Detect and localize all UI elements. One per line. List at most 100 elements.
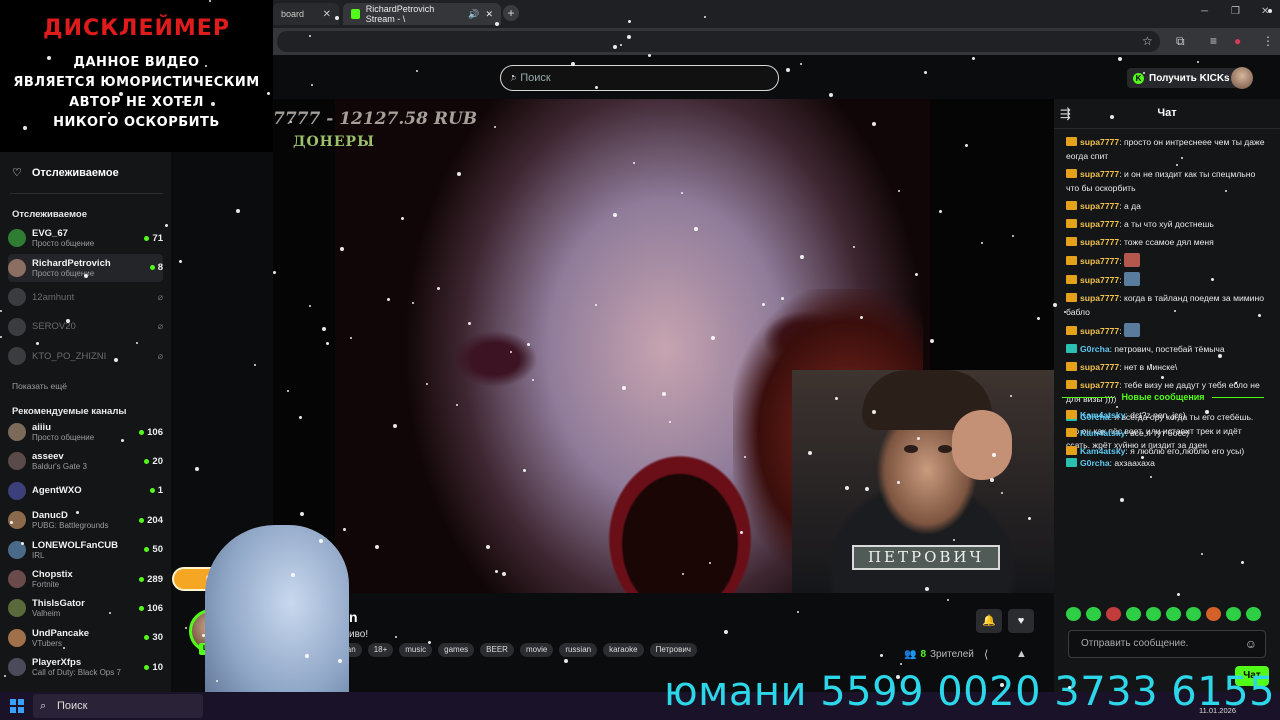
user-avatar[interactable] xyxy=(1231,67,1253,89)
get-kicks-button[interactable]: K Получить KICKs xyxy=(1127,68,1238,88)
sidebar-item-channel[interactable]: RichardPetrovich Просто общение 8 xyxy=(8,253,163,282)
close-icon[interactable]: ✕ xyxy=(485,9,493,20)
following-header[interactable]: ♡ Отслеживаемое xyxy=(12,166,119,180)
chat-username[interactable]: supa7777 xyxy=(1080,362,1119,372)
chat-message-input[interactable]: Отправить сообщение. ☺ xyxy=(1068,630,1266,658)
video-player[interactable]: 7777 - 12127.58 RUB ДОНЕРЫ ПЕТРОВИЧ xyxy=(273,99,1054,593)
media-control-icon[interactable]: ≡ xyxy=(1210,34,1217,48)
new-tab-button[interactable]: + xyxy=(503,5,519,21)
chat-username[interactable]: supa7777 xyxy=(1080,380,1119,390)
sidebar-item-recommended[interactable]: aiiiu Просто общение 106 xyxy=(8,418,163,446)
search-input[interactable]: ⌕ Поиск xyxy=(500,65,779,91)
sidebar-item-channel[interactable]: 12amhunt ⌀ xyxy=(8,283,163,311)
chat-header: ⇶ Чат xyxy=(1054,99,1280,129)
tab-label: RichardPetrovich Stream - \ xyxy=(365,4,435,24)
stream-tag[interactable]: Петрович xyxy=(649,643,697,657)
stream-tag[interactable]: movie xyxy=(519,643,554,657)
report-icon[interactable]: ▲ xyxy=(1016,648,1027,660)
sidebar-item-recommended[interactable]: ThisIsGator Valheim 106 xyxy=(8,594,163,622)
chat-username[interactable]: G0rcha xyxy=(1080,344,1110,354)
stream-tag[interactable]: music xyxy=(399,643,433,657)
channel-info: aiiiu Просто общение xyxy=(32,422,139,442)
sidebar-item-recommended[interactable]: PlayerXfps Call of Duty: Black Ops 7 10 xyxy=(8,653,163,681)
chat-username[interactable]: supa7777 xyxy=(1080,275,1119,285)
viewer-count: 1 xyxy=(157,485,163,497)
emote-icon[interactable] xyxy=(1126,607,1141,621)
new-messages-separator: Новые сообщения xyxy=(1060,390,1266,404)
chat-username[interactable]: supa7777 xyxy=(1080,169,1119,179)
taskbar-search[interactable]: ⌕ Поиск xyxy=(33,694,203,718)
chat-message: G0rcha: петрович, постебай тёмыча xyxy=(1054,340,1274,358)
stream-tag[interactable]: russian xyxy=(559,643,598,657)
emote-icon[interactable] xyxy=(1106,607,1121,621)
stream-tag[interactable]: karaoke xyxy=(603,643,644,657)
emote-icon[interactable] xyxy=(1086,607,1101,621)
channel-avatar xyxy=(8,628,26,647)
donation-overlay-text: юмани 5599 0020 3733 6155 xyxy=(664,669,1276,715)
chat-username[interactable]: supa7777 xyxy=(1080,293,1119,303)
sidebar-item-recommended[interactable]: LONEWOLFanCUB IRL 50 xyxy=(8,536,163,564)
chat-username[interactable]: Kam4atsky xyxy=(1080,410,1125,420)
extensions-icon[interactable]: ⧉ xyxy=(1176,34,1185,49)
sidebar-item-recommended[interactable]: UndPancake VTubers 30 xyxy=(8,624,163,652)
channel-name: 12amhunt xyxy=(32,291,75,303)
emote-bar xyxy=(1066,607,1261,621)
offline-icon: ⌀ xyxy=(157,291,163,302)
emote-icon[interactable] xyxy=(1246,607,1261,621)
chat-username[interactable]: Kam4atsky xyxy=(1080,446,1125,456)
emote-icon[interactable] xyxy=(1066,607,1081,621)
minimize-icon[interactable]: ─ xyxy=(1201,6,1208,17)
chat-username[interactable]: supa7777 xyxy=(1080,201,1119,211)
emote-icon[interactable] xyxy=(1206,607,1221,621)
chat-text: dct?z nen ,jcc) xyxy=(1130,410,1186,420)
site-header: ⌕ Поиск K Получить KICKs xyxy=(273,55,1280,99)
sidebar-item-channel[interactable]: EVG_67 Просто общение 71 xyxy=(8,224,163,252)
url-field[interactable] xyxy=(277,31,1160,52)
webcam-hand xyxy=(952,410,1012,480)
sidebar-item-recommended[interactable]: Chopstix Fortnite 289 xyxy=(8,565,163,593)
sidebar-item-recommended[interactable]: asseev Baldur's Gate 3 20 xyxy=(8,447,163,475)
chat-message: supa7777: а да xyxy=(1054,197,1274,215)
window-close-icon[interactable]: ✕ xyxy=(1261,6,1269,17)
channel-viewers: 1 xyxy=(149,485,163,497)
sidebar-item-recommended[interactable]: DanucD PUBG: Battlegrounds 204 xyxy=(8,506,163,534)
bookmark-star-icon[interactable]: ☆ xyxy=(1142,34,1153,48)
windows-start-icon[interactable] xyxy=(10,699,24,713)
emote-icon[interactable] xyxy=(1226,607,1241,621)
notification-bell-button[interactable]: 🔔 xyxy=(976,609,1002,633)
stream-tag[interactable]: BEER xyxy=(480,643,514,657)
stream-tag[interactable]: 18+ xyxy=(367,643,394,657)
chat-message: supa7777: и он не пиздит как ты спецмльн… xyxy=(1054,165,1274,197)
emote-icon[interactable] xyxy=(1166,607,1181,621)
browser-tab-stream[interactable]: RichardPetrovich Stream - \ 🔊 ✕ xyxy=(343,3,501,25)
browser-tab-board[interactable]: board ✕ xyxy=(273,3,339,25)
show-more-link[interactable]: Показать ещё xyxy=(12,381,67,391)
emoji-picker-icon[interactable]: ☺ xyxy=(1245,631,1257,657)
sidebar-item-channel[interactable]: SEROV20 ⌀ xyxy=(8,313,163,341)
close-icon[interactable]: ✕ xyxy=(323,9,331,20)
restore-icon[interactable]: ❐ xyxy=(1231,6,1240,17)
chat-username[interactable]: supa7777 xyxy=(1080,219,1119,229)
profile-icon[interactable]: ● xyxy=(1234,34,1241,48)
emote-icon[interactable] xyxy=(1186,607,1201,621)
chat-message: supa7777: тоже ссамое дял меня xyxy=(1054,233,1274,251)
browser-menu-icon[interactable]: ⋮ xyxy=(1262,34,1274,48)
chat-username[interactable]: supa7777 xyxy=(1080,237,1119,247)
chat-username[interactable]: supa7777 xyxy=(1080,256,1119,266)
channel-category: VTubers xyxy=(32,638,62,648)
chat-username[interactable]: supa7777 xyxy=(1080,326,1119,336)
emote-icon[interactable] xyxy=(1146,607,1161,621)
chat-username[interactable]: Kam4atsky xyxy=(1080,428,1125,438)
sidebar-item-recommended[interactable]: AgentWXO 1 xyxy=(8,477,163,505)
stream-tag[interactable]: games xyxy=(438,643,475,657)
channel-info: KTO_PO_ZHIZNI xyxy=(32,351,158,362)
channel-name: asseev xyxy=(32,451,64,463)
chat-username[interactable]: supa7777 xyxy=(1080,137,1119,147)
chat-message: supa7777: xyxy=(1054,251,1274,270)
sidebar-item-channel[interactable]: KTO_PO_ZHIZNI ⌀ xyxy=(8,342,163,370)
speaker-icon[interactable]: 🔊 xyxy=(468,9,479,20)
heart-icon: ♥ xyxy=(1017,615,1025,627)
share-icon[interactable]: ⟨ xyxy=(984,648,988,661)
follow-heart-button[interactable]: ♥ xyxy=(1008,609,1034,633)
following-header-label: Отслеживаемое xyxy=(31,166,119,179)
